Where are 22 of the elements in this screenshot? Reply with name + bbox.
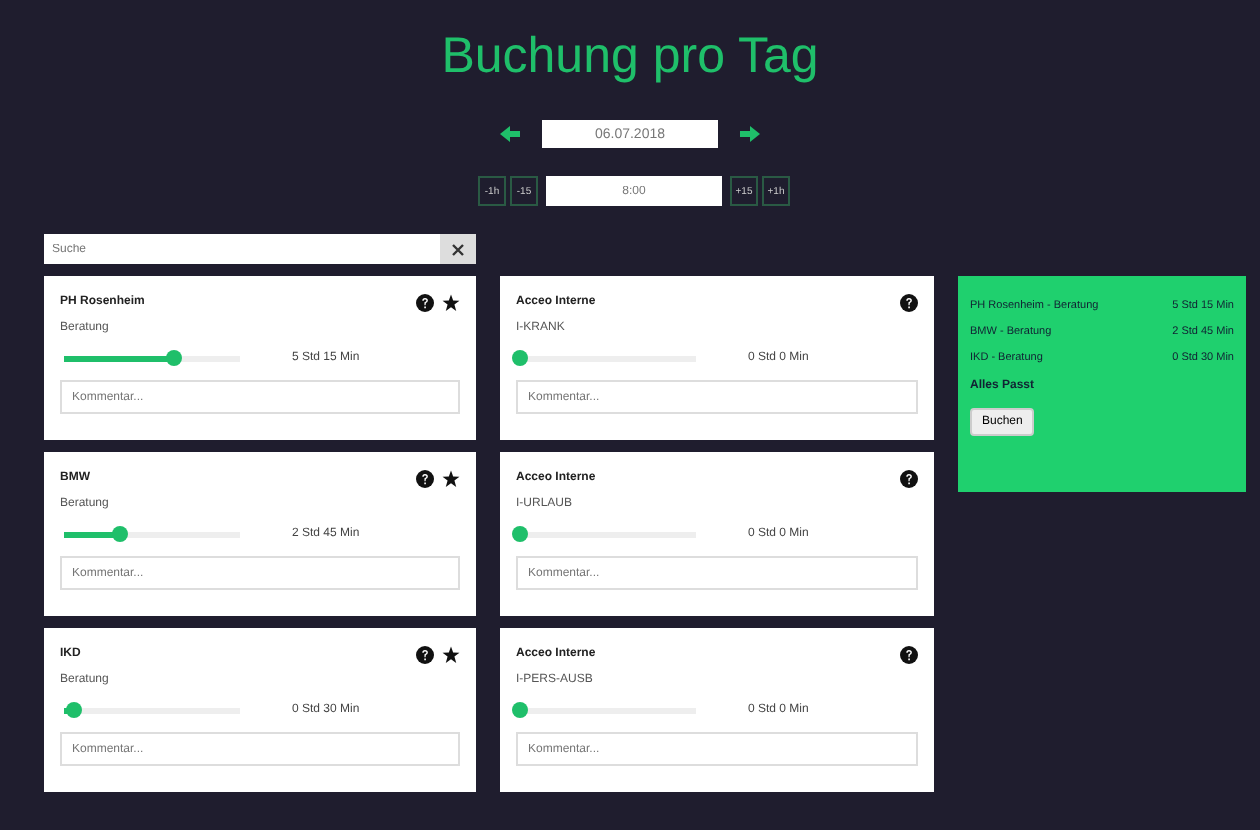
- duration-slider[interactable]: [64, 355, 240, 361]
- star-icon[interactable]: [442, 645, 460, 663]
- help-icon[interactable]: [900, 293, 918, 311]
- help-icon[interactable]: [416, 645, 434, 663]
- star-icon[interactable]: [442, 293, 460, 311]
- slider-thumb[interactable]: [66, 702, 83, 718]
- slider-thumb[interactable]: [512, 702, 528, 718]
- slider-thumb[interactable]: [165, 350, 182, 366]
- right-arrow-icon[interactable]: [738, 124, 762, 144]
- help-icon[interactable]: [416, 293, 434, 311]
- star-icon[interactable]: [442, 469, 460, 487]
- help-icon[interactable]: [900, 645, 918, 663]
- slider-thumb[interactable]: [512, 526, 528, 542]
- clear-button[interactable]: [440, 234, 476, 264]
- slider-thumb[interactable]: [112, 526, 129, 542]
- slider-thumb[interactable]: [512, 350, 528, 366]
- help-icon[interactable]: [416, 469, 434, 487]
- page-title: Buchung pro Tag: [439, 26, 821, 88]
- duration-slider[interactable]: [64, 531, 240, 537]
- close-icon: [452, 243, 464, 255]
- help-icon[interactable]: [900, 469, 918, 487]
- left-arrow-icon[interactable]: [498, 124, 522, 144]
